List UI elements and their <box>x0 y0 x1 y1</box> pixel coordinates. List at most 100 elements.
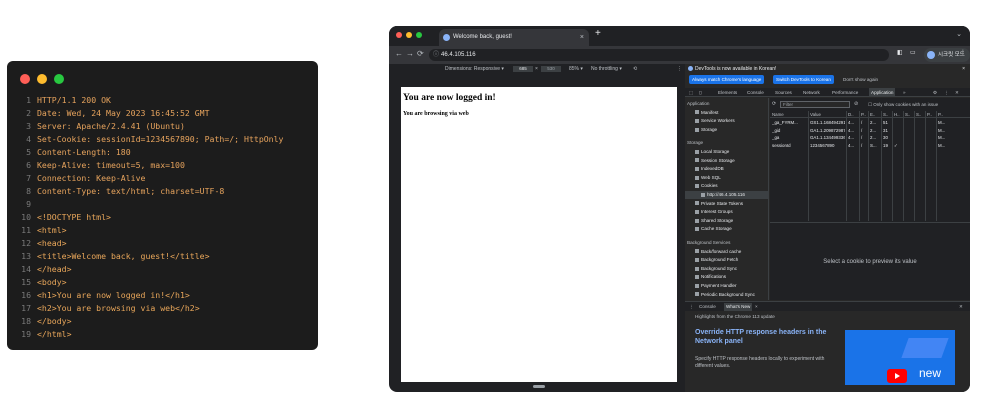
info-close-icon[interactable]: × <box>962 64 965 74</box>
sidebar-item[interactable]: http://46.4.105.116 <box>685 191 769 199</box>
drawer-close-icon[interactable]: ✕ <box>959 303 963 311</box>
dont-show-again-link[interactable]: Don't show again <box>843 75 878 84</box>
site-info-icon[interactable]: ⓘ <box>433 49 439 61</box>
inspect-icon[interactable]: ⬚ <box>689 88 693 97</box>
storage-item-icon <box>695 184 699 189</box>
sidebar-item[interactable]: Periodic Background Sync <box>685 291 769 299</box>
column-header[interactable]: H.. <box>894 111 902 118</box>
column-header[interactable]: P.. <box>861 111 867 118</box>
youtube-play-icon[interactable] <box>887 369 907 383</box>
tab-search-icon[interactable]: ⌄ <box>956 30 962 38</box>
sidebar-item[interactable]: Shared Storage <box>685 217 769 225</box>
tab-console[interactable]: Console <box>747 88 764 97</box>
column-header[interactable]: S.. <box>905 111 913 118</box>
cookie-cell: 2... <box>870 127 877 133</box>
column-header[interactable]: P.. <box>927 111 935 118</box>
sidebar-item[interactable]: Notifications <box>685 273 769 281</box>
clear-cookies-icon[interactable]: ⊘ <box>854 101 858 107</box>
code-text: </html> <box>37 329 72 339</box>
settings-gear-icon[interactable]: ⚙ <box>933 88 937 97</box>
rotate-icon[interactable]: ⟲ <box>633 64 637 74</box>
sidebar-item[interactable]: Background Sync <box>685 265 769 273</box>
viewport-width-input[interactable]: 685 <box>513 66 533 72</box>
http-response-code-window: 1 HTTP/1.1 200 OK 2 Date: Wed, 24 May 2023 … <box>7 61 318 350</box>
forward-button[interactable]: → <box>406 49 414 58</box>
only-issue-checkbox[interactable]: ☐ Only show cookies with an issue <box>868 101 938 108</box>
sidebar-item-label: Cookies <box>701 183 718 189</box>
address-bar[interactable]: ⓘ 46.4.105.116 <box>429 49 889 61</box>
column-header[interactable]: S.. <box>916 111 924 118</box>
sidebar-item[interactable]: Cache Storage <box>685 225 769 233</box>
drawer-tab-console[interactable]: Console <box>699 303 716 311</box>
back-button[interactable]: ← <box>395 49 403 58</box>
code-line: 6 Keep-Alive: timeout=5, max=100 <box>7 159 318 172</box>
dimensions-select[interactable]: Dimensions: Responsive ▾ <box>445 64 504 74</box>
column-header[interactable]: Value <box>810 111 845 118</box>
tab-close-icon[interactable]: × <box>580 29 584 46</box>
cookie-row[interactable]: _ga_FYRM... GS1.1.1684942918...4... / 2... 5… <box>770 119 970 126</box>
column-header[interactable]: Name <box>772 111 807 118</box>
browser-tab[interactable]: Welcome back, guest! × <box>439 29 589 46</box>
minimize-dot-icon[interactable] <box>37 74 47 84</box>
devtools-dock-icon[interactable]: ▭ <box>910 49 916 56</box>
tab-sources[interactable]: Sources <box>775 88 792 97</box>
code-line: 11 <html> <box>7 224 318 237</box>
drawer-tab-close-icon[interactable]: × <box>755 303 758 311</box>
tab-network[interactable]: Network <box>803 88 820 97</box>
cookie-cell: _ga <box>772 135 780 140</box>
devtools-close-icon[interactable]: ✕ <box>955 88 959 97</box>
reload-button[interactable]: ⟳ <box>417 49 424 58</box>
cookie-table-header[interactable]: Name Value D.. P.. E.. S.. H.. S.. S.. P.. P.. <box>770 111 970 118</box>
cookie-row[interactable]: sessionId 1234567890 4... / S... 19 ✓ M... <box>770 142 970 149</box>
minimize-dot-icon[interactable] <box>406 32 412 38</box>
sidebar-item[interactable]: Cookies <box>685 182 769 190</box>
sidebar-item[interactable]: Session Storage <box>685 157 769 165</box>
sidebar-item[interactable]: Private State Tokens <box>685 200 769 208</box>
sidebar-item[interactable]: Background Fetch <box>685 256 769 264</box>
refresh-icon[interactable]: ⟳ <box>772 101 776 107</box>
drawer-menu-icon[interactable]: ⋮ <box>689 303 694 311</box>
drawer-tab-whats-new[interactable]: What's New <box>724 303 753 311</box>
device-toggle-icon[interactable]: ▯ <box>699 88 702 97</box>
browser-menu-icon[interactable]: ⋮ <box>960 49 966 56</box>
sidebar-item[interactable]: IndexedDB <box>685 165 769 173</box>
sidebar-item[interactable]: Interest Groups <box>685 208 769 216</box>
tab-performance[interactable]: Performance <box>832 88 858 97</box>
devtools-menu-icon[interactable]: ⋮ <box>944 88 949 97</box>
tab-elements[interactable]: Elements <box>718 88 737 97</box>
sidebar-item[interactable]: Web SQL <box>685 174 769 182</box>
whats-new-video-thumbnail[interactable]: new <box>845 330 955 385</box>
new-tab-button[interactable]: + <box>595 28 601 39</box>
match-language-button[interactable]: Always match Chrome's language <box>689 75 765 84</box>
column-header[interactable]: D.. <box>848 111 858 118</box>
viewport-resize-handle[interactable] <box>533 385 545 388</box>
switch-korean-button[interactable]: Switch DevTools to Korean <box>773 75 834 84</box>
line-number: 19 <box>21 329 31 339</box>
whats-new-title[interactable]: Override HTTP response headers in the Ne… <box>695 328 835 346</box>
sidebar-item[interactable]: Back/forward cache <box>685 248 769 256</box>
sidebar-item[interactable]: Service Workers <box>685 117 769 125</box>
close-dot-icon[interactable] <box>20 74 30 84</box>
code-text: </body> <box>37 316 72 326</box>
throttle-select[interactable]: No throttling ▾ <box>591 64 622 74</box>
sidebar-item[interactable]: Storage <box>685 126 769 134</box>
cookie-row[interactable]: _gid GA1.1.2098729871...4... / 2... 31 M... <box>770 127 970 134</box>
close-dot-icon[interactable] <box>396 32 402 38</box>
sidebar-item[interactable]: Payment Handler <box>685 282 769 290</box>
cookie-filter-input[interactable]: Filter <box>780 101 850 108</box>
tab-application[interactable]: Application <box>869 88 896 97</box>
column-header[interactable]: S.. <box>883 111 891 118</box>
sidebar-item[interactable]: Local Storage <box>685 148 769 156</box>
column-header[interactable]: P.. <box>938 111 967 118</box>
cookie-row[interactable]: _ga GA1.1.1344993363...4... / 2... 30 M... <box>770 134 970 141</box>
maximize-dot-icon[interactable] <box>54 74 64 84</box>
cookie-cell: / <box>861 127 863 133</box>
maximize-dot-icon[interactable] <box>416 32 422 38</box>
viewport-height-input[interactable]: 530 <box>541 66 561 72</box>
sidebar-item[interactable]: Manifest <box>685 109 769 117</box>
device-more-icon[interactable]: ⋮ <box>677 64 682 74</box>
column-header[interactable]: E.. <box>870 111 880 118</box>
sidepanel-icon[interactable]: ◧ <box>897 49 903 56</box>
tab-more[interactable]: » <box>903 88 906 97</box>
zoom-select[interactable]: 85% ▾ <box>569 64 583 74</box>
